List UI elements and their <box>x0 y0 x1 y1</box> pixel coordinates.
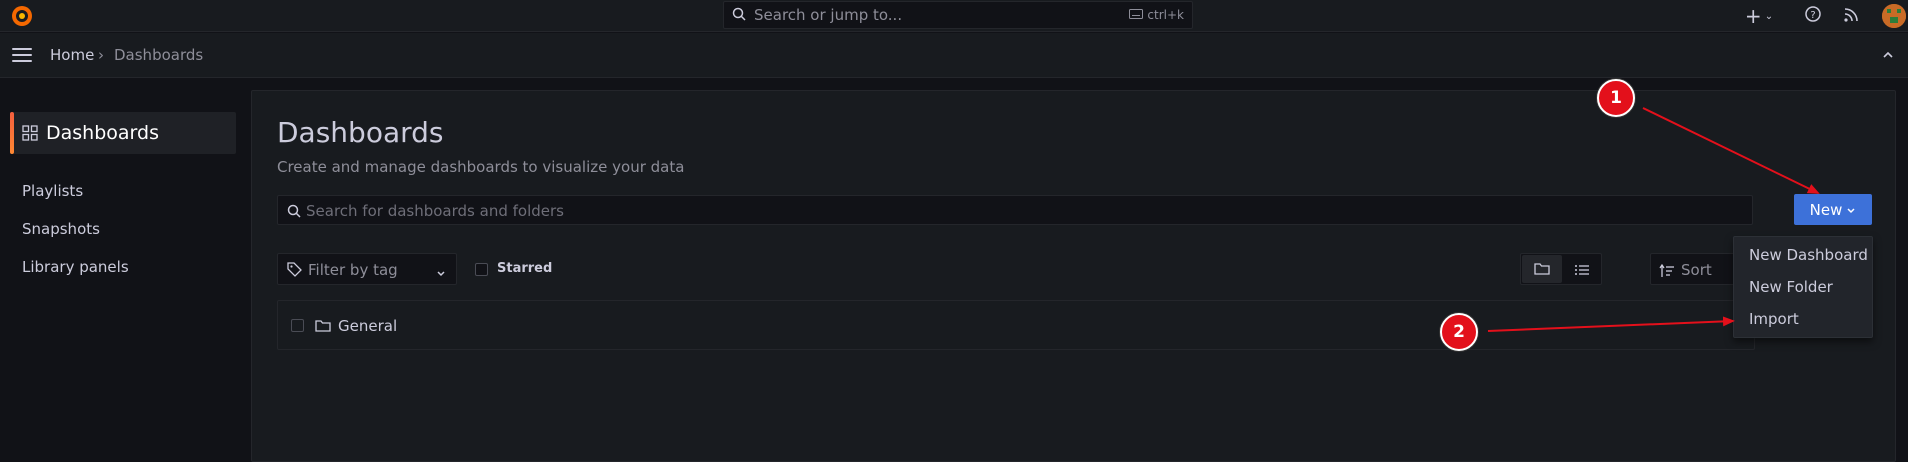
annotation-badge-2: 2 <box>1440 313 1478 351</box>
annotation-badge-1: 1 <box>1597 79 1635 117</box>
annotation-arrows <box>1487 107 1820 332</box>
